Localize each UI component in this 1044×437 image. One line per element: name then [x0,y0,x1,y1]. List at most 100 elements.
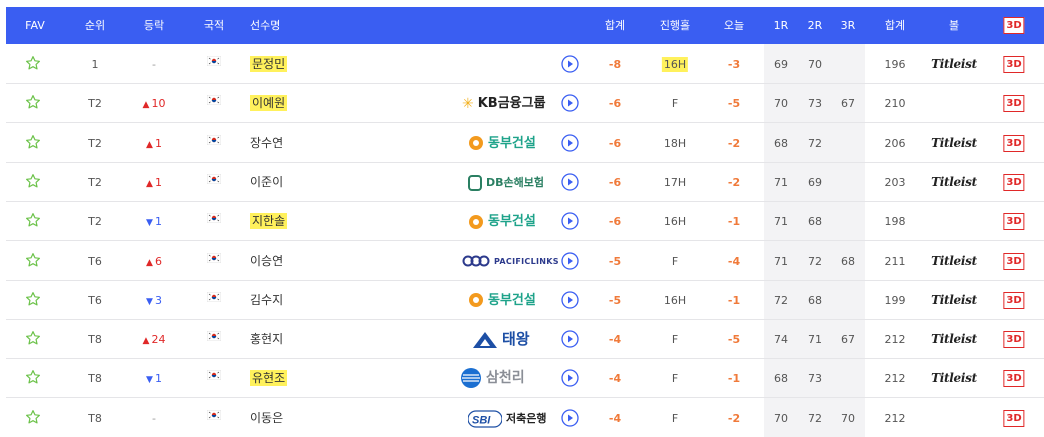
3d-view-badge[interactable]: 3D [1003,213,1025,231]
header-today[interactable]: 오늘 [724,7,744,44]
3d-view-button[interactable]: 3D [1003,252,1025,270]
3d-view-badge[interactable]: 3D [1003,409,1025,427]
player-name[interactable]: 김수지 [250,281,283,320]
player-name[interactable]: 홍현지 [250,320,283,359]
player-name[interactable]: 이승연 [250,242,283,281]
3d-view-button[interactable]: 3D [1003,134,1025,152]
header-player[interactable]: 선수명 [250,7,280,44]
total-score: -4 [608,411,622,425]
holes-played-text: 16H [663,215,687,229]
favorite-star-icon[interactable] [25,330,41,348]
3d-view-button[interactable]: 3D [1003,56,1025,73]
table-row: T8 ▼ 1 유현조 삼천리 -4 F -1 68 73 212 Titleist 3D [6,359,1044,399]
header-score[interactable]: 합계 [605,7,625,44]
player-name[interactable]: 이동은 [250,399,283,437]
holes-played-text: 16H [663,293,687,307]
favorite-star-icon[interactable] [25,212,41,230]
3d-view-badge[interactable]: 3D [1003,291,1025,309]
3d-view-badge[interactable]: 3D [1003,173,1025,191]
header-move[interactable]: 등락 [144,7,164,44]
rank-change-value: 24 [151,333,166,347]
player-name[interactable]: 이준이 [250,163,283,202]
player-name-text[interactable]: 문정민 [250,56,288,72]
rank-cell: T2 [88,215,102,229]
favorite-star-icon[interactable] [25,369,41,387]
player-name-text[interactable]: 지한솔 [250,213,288,230]
holes-played: 17H [664,163,686,202]
3d-view-button[interactable]: 3D [1003,370,1025,388]
total-score: -6 [608,97,622,111]
header-rank[interactable]: 순위 [85,7,105,44]
player-name-text[interactable]: 장수연 [250,136,283,150]
3d-view-badge[interactable]: 3D [1003,134,1025,152]
3d-view-button[interactable]: 3D [1003,331,1025,349]
play-video-icon[interactable] [561,94,579,112]
rank-cell: T6 [88,254,102,268]
favorite-star-icon[interactable] [25,134,41,152]
play-video-icon[interactable] [561,55,579,73]
rank-cell: T8 [88,372,102,386]
play-video-icon[interactable] [561,133,579,152]
favorite-star-icon[interactable] [25,94,41,112]
header-r1: 1R [773,19,789,32]
3d-view-button[interactable]: 3D [1003,95,1025,113]
round-r1-score: 70 [774,411,788,425]
header-thru: 진행홀 [659,19,691,32]
holes-played-text: 18H [663,136,687,150]
rank-down-icon: ▼ [146,218,153,229]
favorite-star-icon[interactable] [25,55,41,73]
play-video-icon[interactable] [561,173,579,191]
player-name-text[interactable]: 김수지 [250,293,283,307]
south-korea-flag-icon [207,291,221,302]
player-name[interactable]: 이예원 [250,84,288,123]
ball-brand-logo: Titleist [931,135,977,150]
player-name[interactable]: 장수연 [250,124,283,163]
rank-cell: T2 [88,97,102,111]
sponsor-logo-text: 동부건설 [488,135,536,151]
play-video-icon[interactable] [561,330,579,348]
player-name-text[interactable]: 이준이 [250,175,283,189]
player-name[interactable]: 지한솔 [250,202,288,241]
player-name-text[interactable]: 이동은 [250,411,283,425]
3d-view-badge[interactable]: 3D [1003,56,1025,73]
sponsor-logo: ✳ KB금융그룹 [462,95,546,112]
favorite-star-icon[interactable] [25,252,41,270]
play-video-icon[interactable] [561,369,579,388]
play-video-icon[interactable] [561,251,579,270]
player-name-text[interactable]: 홍현지 [250,332,283,346]
3d-view-button[interactable]: 3D [1003,291,1025,309]
play-video-icon[interactable] [561,291,579,309]
ball-brand-logo: Titleist [931,292,977,307]
table-row: 1 - 문정민 -8 16H -3 69 70 196 Titleist 3D [6,45,1044,84]
round-r2-score: 70 [808,58,822,71]
3d-view-button[interactable]: 3D [1003,173,1025,191]
3d-view-button[interactable]: 3D [1003,213,1025,231]
sponsor-logo: PACIFICLINKS [462,242,559,281]
total-strokes: 196 [884,58,906,71]
player-name-text[interactable]: 이승연 [250,254,283,268]
player-name[interactable]: 문정민 [250,45,288,84]
3d-view-button[interactable]: 3D [1003,409,1025,427]
header-total[interactable]: 합계 [885,7,905,44]
rank-change-cell: ▲ 24 [143,320,166,359]
today-score: -2 [727,136,741,150]
favorite-star-icon[interactable] [25,291,41,309]
3d-view-badge[interactable]: 3D [1003,370,1025,388]
3d-view-badge[interactable]: 3D [1003,331,1025,349]
total-strokes: 206 [884,136,906,150]
total-score: -8 [608,58,622,71]
favorite-star-icon[interactable] [25,173,41,191]
round-r3-score: 67 [841,97,855,111]
3d-view-badge[interactable]: 3D [1003,252,1025,270]
player-name-text[interactable]: 유현조 [250,370,288,387]
play-video-icon[interactable] [561,212,579,230]
total-score: -6 [608,215,622,229]
favorite-star-icon[interactable] [25,409,41,427]
player-name-text[interactable]: 이예원 [250,95,288,112]
player-name[interactable]: 유현조 [250,359,288,398]
header-3d-badge: 3D [1003,17,1025,34]
3d-view-badge[interactable]: 3D [1003,95,1025,113]
play-video-icon[interactable] [561,409,579,427]
header-r3: 3R [840,19,856,32]
total-score: -6 [608,175,622,189]
